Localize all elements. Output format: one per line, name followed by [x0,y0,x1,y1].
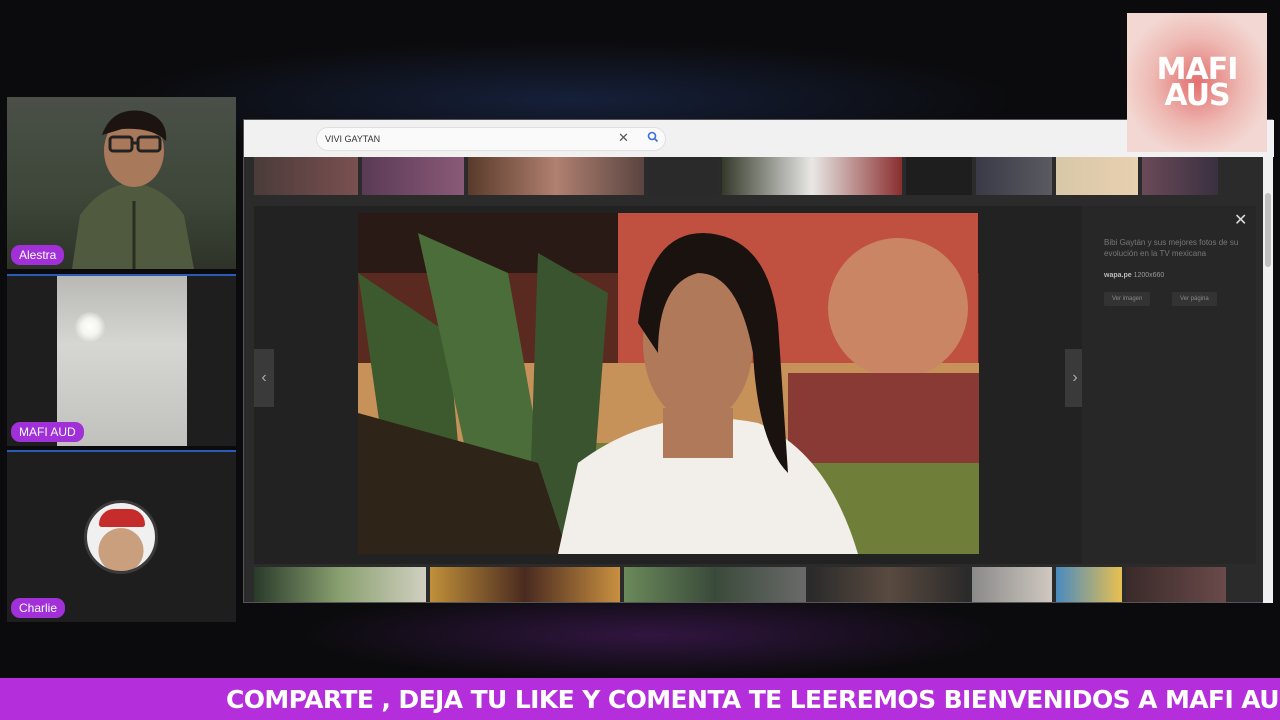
cap-shape [99,509,145,527]
scrollbar-handle[interactable] [1265,193,1271,267]
thumbnail-row-bottom [254,567,1256,602]
background-glow-bottom [300,590,1000,680]
close-icon[interactable]: ✕ [618,130,629,146]
image-thumbnail[interactable] [722,157,902,195]
search-input[interactable]: VIVI GAYTAN [316,127,666,151]
participant-tile-mafi-aud[interactable]: MAFI AUD [7,274,236,446]
image-thumbnail[interactable] [972,567,1052,602]
image-viewer: ‹ › ✕ Bibi Gaytán y sus mejores fotos de… [254,206,1256,564]
channel-logo: MAFI AUS [1127,13,1267,152]
image-thumbnail[interactable] [976,157,1052,195]
image-thumbnail[interactable] [1056,567,1122,602]
logo-line-2: AUS [1164,77,1230,113]
image-thumbnail[interactable] [1126,567,1226,602]
participant-tile-charlie[interactable]: Charlie [7,450,236,622]
image-thumbnail[interactable] [906,157,972,195]
participant-name: Charlie [11,598,66,618]
image-source: wapa.pe 1200x660 [1104,272,1164,279]
image-thumbnail[interactable] [254,567,426,602]
image-thumbnail[interactable] [1056,157,1138,195]
chevron-left-icon[interactable]: ‹ [254,349,274,407]
participant-name: Alestra [11,245,65,265]
image-title[interactable]: Bibi Gaytán y sus mejores fotos de su ev… [1104,237,1244,259]
participant-tile-alestra[interactable]: Alestra [7,97,236,269]
image-thumbnail[interactable] [430,567,620,602]
ticker-text: COMPARTE , DEJA TU LIKE Y COMENTA TE LEE… [226,685,1280,714]
ticker-banner: COMPARTE , DEJA TU LIKE Y COMENTA TE LEE… [0,678,1280,720]
close-icon[interactable]: ✕ [1234,210,1247,230]
search-icon[interactable] [646,130,660,144]
main-image[interactable] [358,213,979,554]
avatar [84,500,158,574]
image-thumbnail[interactable] [624,567,806,602]
scrollbar[interactable] [1263,157,1273,603]
image-thumbnail[interactable] [810,567,968,602]
source-site: wapa.pe [1104,272,1132,279]
image-thumbnail[interactable] [362,157,464,195]
participant-name: MAFI AUD [11,422,84,442]
search-bar: VIVI GAYTAN ✕ [244,120,1274,157]
image-thumbnail[interactable] [648,157,718,195]
image-thumbnail[interactable] [1142,157,1218,195]
thumbnail-row-top [254,157,1256,195]
browser-window: VIVI GAYTAN ✕ ‹ › ✕ Bibi Gaytán y sus me… [243,119,1274,603]
image-thumbnail[interactable] [468,157,644,195]
webcam-video [72,110,194,269]
light-flare [75,312,105,342]
image-dimensions: 1200x660 [1133,272,1165,279]
image-info-panel: ✕ Bibi Gaytán y sus mejores fotos de su … [1082,206,1256,564]
visit-page-button[interactable]: Ver página [1172,292,1217,306]
webcam-video [57,276,187,446]
logo-text: MAFI AUS [1157,54,1239,113]
view-image-button[interactable]: Ver imagen [1104,292,1151,306]
image-thumbnail[interactable] [254,157,358,195]
